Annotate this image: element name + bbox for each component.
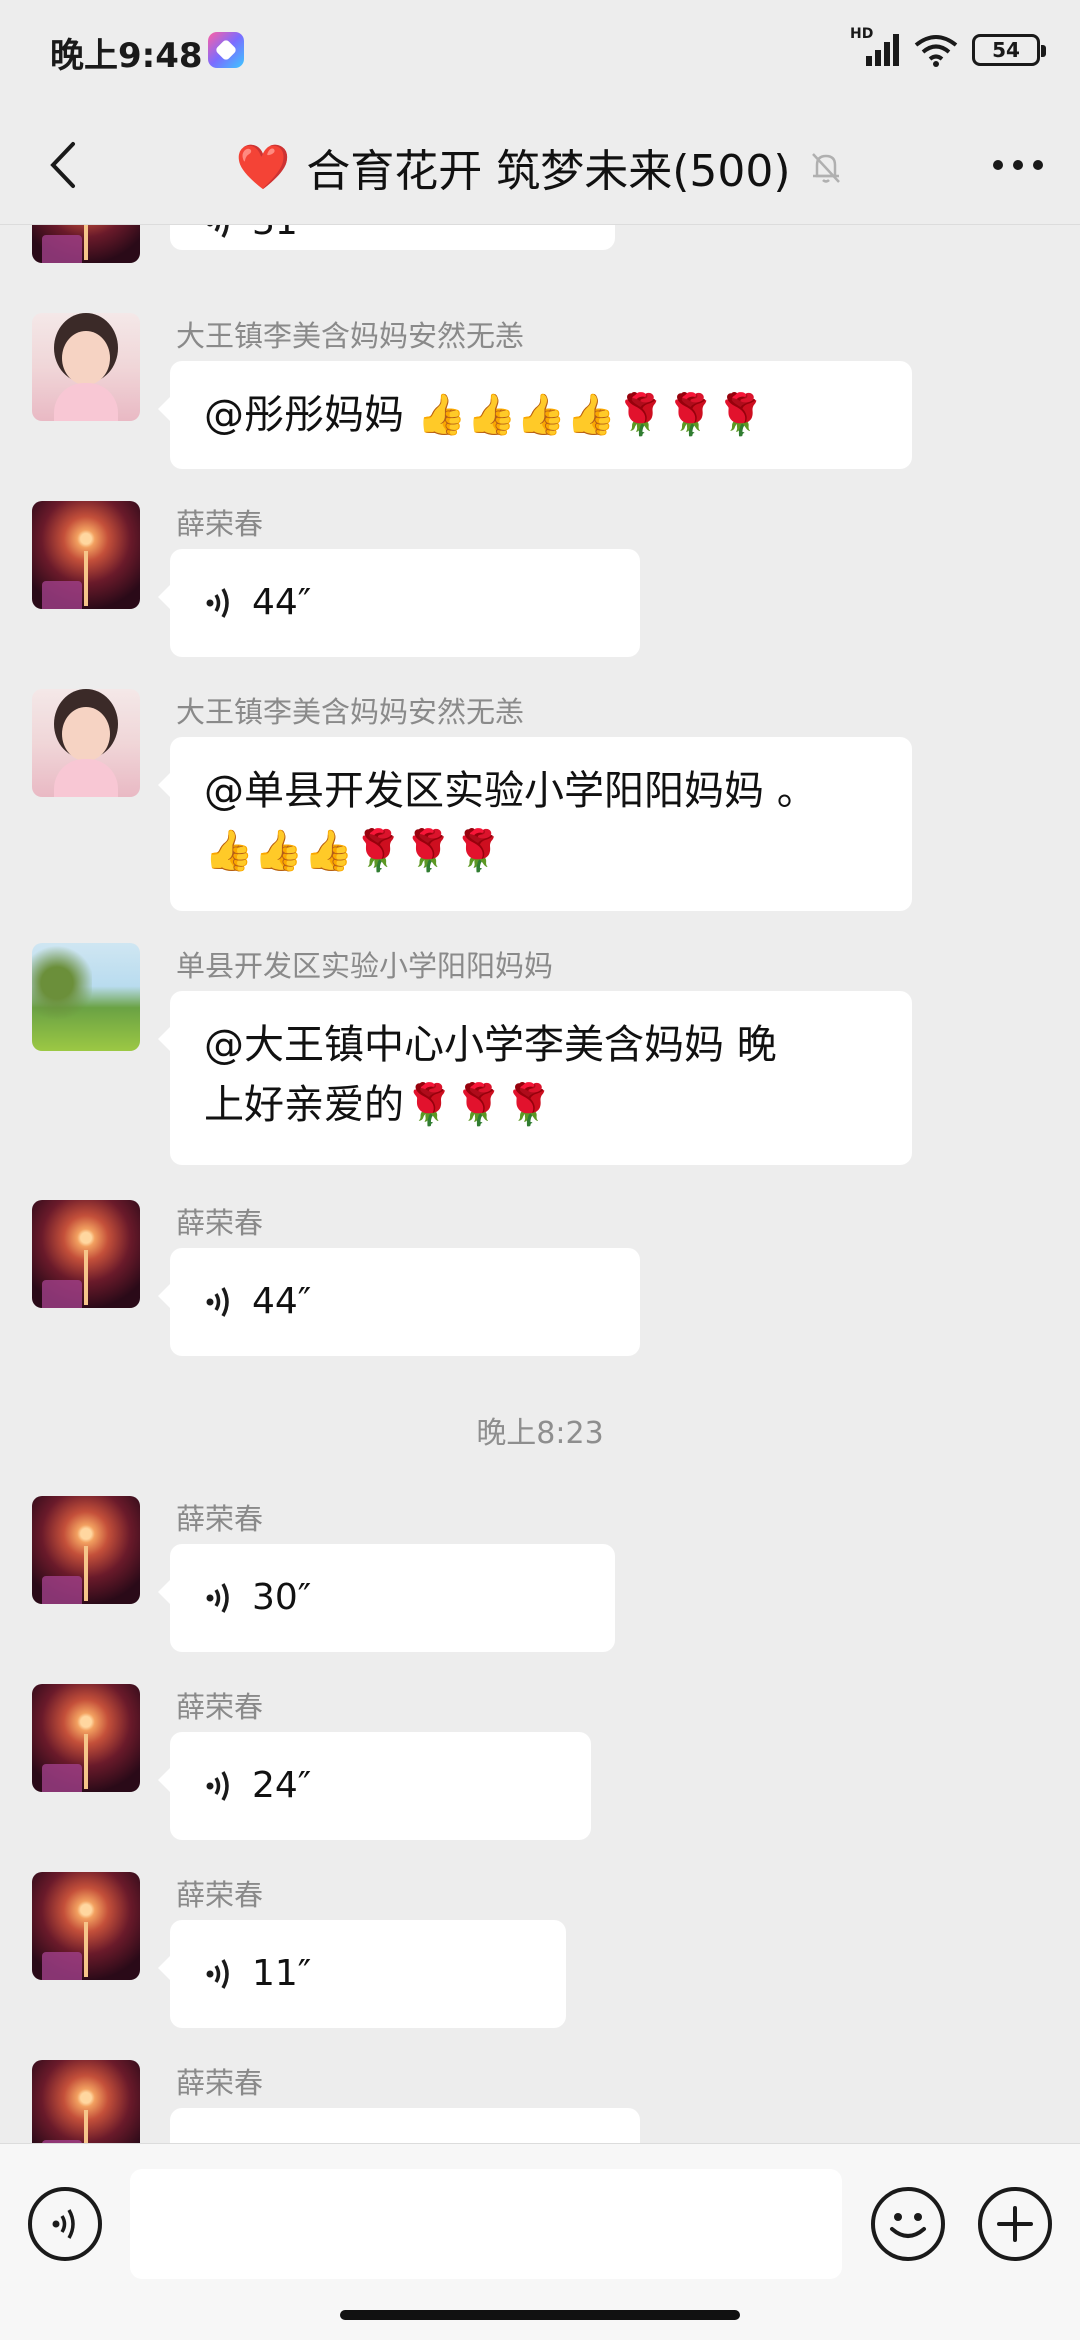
text-bubble[interactable]: @单县开发区实验小学阳阳妈妈 。 👍👍👍🌹🌹🌹 xyxy=(158,737,912,911)
avatar[interactable] xyxy=(32,689,140,797)
message-text-line: 👍👍👍🌹🌹🌹 xyxy=(204,828,503,874)
group-name: 合育花开 筑梦未来(500) xyxy=(306,146,791,197)
smiley-icon xyxy=(890,2213,926,2238)
voice-bubble[interactable]: 30″ xyxy=(158,1544,615,1652)
time-divider: 晚上8:23 xyxy=(476,1416,604,1451)
avatar[interactable] xyxy=(32,313,140,421)
avatar[interactable] xyxy=(32,225,140,263)
voice-duration: 24″ xyxy=(252,1765,312,1806)
voice-wave-icon xyxy=(52,2209,75,2239)
sender-name: 大王镇李美含妈妈安然无恙 xyxy=(176,319,525,353)
home-indicator[interactable] xyxy=(340,2310,740,2320)
plus-icon xyxy=(997,2206,1033,2242)
bell-muted-icon xyxy=(811,153,840,183)
voice-bubble[interactable]: 44″ xyxy=(158,549,640,657)
voice-wave-icon xyxy=(206,1583,229,1613)
app-notification-icon xyxy=(208,32,244,68)
voice-bubble[interactable] xyxy=(170,2108,640,2143)
more-dots-icon xyxy=(993,160,1043,170)
avatar[interactable] xyxy=(32,1496,140,1604)
avatar[interactable] xyxy=(32,501,140,609)
network-label: HD xyxy=(850,26,874,42)
avatar[interactable] xyxy=(32,1200,140,1308)
status-indicators: HD 54 xyxy=(850,26,1046,70)
chat-title: ❤️ 合育花开 筑梦未来(500) xyxy=(0,135,1080,199)
status-bar: 晚上9:48 HD 54 xyxy=(0,0,1080,105)
emoji-button[interactable] xyxy=(871,2187,945,2261)
more-button[interactable] xyxy=(986,133,1050,197)
voice-bubble[interactable]: 31″ xyxy=(170,225,615,250)
voice-bubble[interactable]: 24″ xyxy=(158,1732,591,1840)
battery-indicator: 54 xyxy=(972,34,1046,66)
sender-name: 薛荣春 xyxy=(176,1502,264,1536)
voice-wave-icon xyxy=(207,225,229,238)
message-text-line: @单县开发区实验小学阳阳妈妈 。 xyxy=(204,768,817,814)
message-list[interactable]: 31″ 大王镇李美含妈妈安然无恙 @彤彤妈妈 👍👍👍👍🌹🌹🌹 薛荣春 44″ xyxy=(0,225,1080,2143)
voice-wave-icon xyxy=(206,1959,229,1989)
voice-duration: 44″ xyxy=(252,1281,312,1322)
message-input[interactable] xyxy=(130,2169,842,2279)
chat-header: ❤️ 合育花开 筑梦未来(500) xyxy=(0,105,1080,225)
voice-wave-icon xyxy=(206,1287,229,1317)
wifi-icon xyxy=(914,35,958,67)
sender-name: 薛荣春 xyxy=(176,2066,264,2100)
text-bubble[interactable]: @大王镇中心小学李美含妈妈 晚 上好亲爱的🌹🌹🌹 xyxy=(158,991,912,1165)
voice-bubble[interactable]: 11″ xyxy=(158,1920,566,2028)
voice-duration: 44″ xyxy=(252,582,312,623)
voice-duration: 30″ xyxy=(252,1577,312,1618)
sender-name: 薛荣春 xyxy=(176,1878,264,1912)
avatar[interactable] xyxy=(32,1872,140,1980)
message-text: @彤彤妈妈 👍👍👍👍🌹🌹🌹 xyxy=(204,392,766,438)
message-text-line: @大王镇中心小学李美含妈妈 晚 xyxy=(204,1022,777,1068)
voice-duration: 11″ xyxy=(252,1953,312,1994)
sender-name: 单县开发区实验小学阳阳妈妈 xyxy=(176,949,554,983)
sender-name: 薛荣春 xyxy=(176,1206,264,1240)
voice-wave-icon xyxy=(206,1771,229,1801)
voice-input-button[interactable] xyxy=(28,2187,102,2261)
sender-name: 薛荣春 xyxy=(176,1690,264,1724)
sender-name: 大王镇李美含妈妈安然无恙 xyxy=(176,695,525,729)
signal-icon: HD xyxy=(850,26,900,68)
heart-emoji: ❤️ xyxy=(235,142,291,193)
plus-button[interactable] xyxy=(978,2187,1052,2261)
avatar[interactable] xyxy=(32,943,140,1051)
avatar[interactable] xyxy=(32,2060,140,2143)
text-bubble[interactable]: @彤彤妈妈 👍👍👍👍🌹🌹🌹 xyxy=(158,361,912,469)
voice-duration: 31″ xyxy=(252,225,311,253)
voice-bubble[interactable]: 44″ xyxy=(158,1248,640,1356)
status-time: 晚上9:48 xyxy=(50,36,203,76)
avatar[interactable] xyxy=(32,1684,140,1792)
sender-name: 薛荣春 xyxy=(176,507,264,541)
voice-wave-icon xyxy=(206,588,229,618)
message-text-line: 上好亲爱的🌹🌹🌹 xyxy=(204,1082,554,1128)
